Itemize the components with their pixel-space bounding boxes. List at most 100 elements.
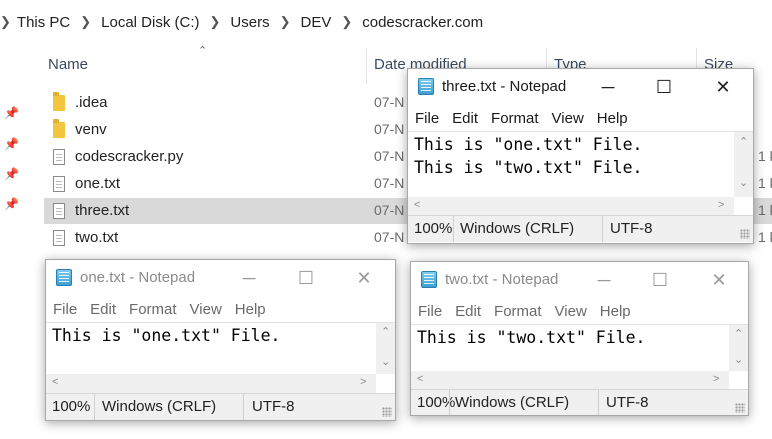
menu-bar: File Edit Format View Help [411, 299, 748, 323]
status-bar: 100% Windows (CRLF) UTF-8 [408, 215, 753, 242]
file-date: 07-N [374, 148, 405, 164]
scroll-left-icon[interactable]: < [52, 376, 58, 388]
minimize-button[interactable]: ─ [580, 69, 636, 105]
column-header-name[interactable]: Name [48, 56, 88, 73]
breadcrumb-this-pc[interactable]: This PC [17, 14, 70, 31]
menu-file[interactable]: File [415, 110, 439, 127]
notepad-icon [418, 78, 434, 95]
chevron-right-icon[interactable]: ❯ [210, 14, 221, 30]
menu-view[interactable]: View [555, 303, 587, 320]
scroll-up-icon[interactable]: ⌃ [381, 325, 390, 338]
menu-bar: File Edit Format View Help [46, 297, 395, 321]
scroll-left-icon[interactable]: < [414, 199, 420, 211]
status-divider [243, 394, 244, 420]
title-bar[interactable]: three.txt - Notepad ─ ☐ ✕ [408, 69, 753, 105]
menu-edit[interactable]: Edit [90, 301, 116, 318]
maximize-button[interactable]: ☐ [278, 260, 334, 296]
folder-icon [53, 92, 65, 111]
vertical-scrollbar[interactable]: ⌃ ⌄ [376, 323, 395, 374]
line-ending: Windows (CRLF) [455, 394, 570, 411]
close-button[interactable]: ✕ [695, 69, 751, 105]
encoding: UTF-8 [252, 398, 295, 415]
resize-grip-icon[interactable] [735, 403, 745, 413]
editor-content[interactable]: This is "two.txt" File. [417, 326, 645, 349]
file-size: 1 k [758, 229, 772, 245]
title-bar[interactable]: one.txt - Notepad ─ ☐ ✕ [46, 260, 395, 296]
menu-view[interactable]: View [190, 301, 222, 318]
chevron-right-icon[interactable]: ❯ [80, 14, 91, 30]
horizontal-scrollbar[interactable]: < > [408, 197, 734, 216]
resize-grip-icon[interactable] [740, 229, 750, 239]
close-button[interactable]: ✕ [336, 260, 392, 296]
horizontal-scrollbar[interactable]: < > [411, 371, 729, 390]
file-name: codescracker.py [75, 148, 184, 165]
file-date: 07-N [374, 94, 405, 110]
maximize-button[interactable]: ☐ [632, 262, 688, 298]
text-editor[interactable]: This is "one.txt" File. This is "two.txt… [408, 131, 753, 216]
notepad-window-three[interactable]: three.txt - Notepad ─ ☐ ✕ File Edit Form… [407, 68, 754, 244]
text-editor[interactable]: This is "one.txt" File. ⌃ ⌄ < > [46, 322, 395, 393]
status-bar: 100% Windows (CRLF) UTF-8 [411, 389, 748, 415]
scroll-left-icon[interactable]: < [417, 373, 423, 385]
sort-ascending-icon: ⌃ [198, 45, 208, 57]
file-date: 07-N [374, 229, 405, 245]
scroll-down-icon[interactable]: ⌄ [381, 355, 390, 368]
scroll-right-icon[interactable]: > [360, 376, 366, 388]
scroll-up-icon[interactable]: ⌃ [739, 135, 748, 148]
scroll-right-icon[interactable]: > [718, 199, 724, 211]
minimize-button[interactable]: ─ [576, 262, 632, 298]
pin-icon[interactable]: 📌 [4, 137, 19, 151]
menu-file[interactable]: File [53, 301, 77, 318]
text-editor[interactable]: This is "two.txt" File. ⌃ ⌄ < > [411, 324, 748, 390]
breadcrumb-users[interactable]: Users [230, 14, 269, 31]
breadcrumb-dev[interactable]: DEV [301, 14, 332, 31]
notepad-window-one[interactable]: one.txt - Notepad ─ ☐ ✕ File Edit Format… [45, 259, 396, 421]
line-ending: Windows (CRLF) [460, 220, 575, 237]
chevron-right-icon[interactable]: ❯ [341, 14, 352, 30]
menu-file[interactable]: File [418, 303, 442, 320]
menu-help[interactable]: Help [597, 110, 628, 127]
editor-content[interactable]: This is "one.txt" File. This is "two.txt… [414, 133, 642, 179]
breadcrumb-codescracker[interactable]: codescracker.com [362, 14, 483, 31]
scroll-up-icon[interactable]: ⌃ [734, 327, 743, 340]
vertical-scrollbar[interactable]: ⌃ ⌄ [729, 325, 748, 371]
menu-format[interactable]: Format [494, 303, 542, 320]
menu-edit[interactable]: Edit [455, 303, 481, 320]
chevron-right-icon[interactable]: ❯ [0, 14, 11, 30]
breadcrumb: ❯ This PC ❯ Local Disk (C:) ❯ Users ❯ DE… [0, 0, 772, 44]
menu-view[interactable]: View [552, 110, 584, 127]
close-button[interactable]: ✕ [691, 262, 747, 298]
breadcrumb-local-disk[interactable]: Local Disk (C:) [101, 14, 199, 31]
chevron-right-icon[interactable]: ❯ [280, 14, 291, 30]
file-date: 07-N [374, 121, 405, 137]
menu-format[interactable]: Format [491, 110, 539, 127]
encoding: UTF-8 [610, 220, 653, 237]
column-divider[interactable] [366, 48, 367, 84]
title-bar[interactable]: two.txt - Notepad ─ ☐ ✕ [411, 262, 748, 298]
menu-edit[interactable]: Edit [452, 110, 478, 127]
encoding: UTF-8 [606, 394, 649, 411]
menu-help[interactable]: Help [600, 303, 631, 320]
notepad-icon [56, 269, 72, 286]
vertical-scrollbar[interactable]: ⌃ ⌄ [734, 132, 753, 197]
menu-format[interactable]: Format [129, 301, 177, 318]
horizontal-scrollbar[interactable]: < > [46, 374, 376, 393]
status-divider [449, 390, 450, 415]
pin-icon[interactable]: 📌 [4, 106, 19, 120]
pin-icon[interactable]: 📌 [4, 167, 19, 181]
minimize-button[interactable]: ─ [221, 260, 277, 296]
scroll-right-icon[interactable]: > [713, 373, 719, 385]
scroll-down-icon[interactable]: ⌄ [734, 353, 743, 366]
editor-content[interactable]: This is "one.txt" File. [52, 324, 280, 347]
maximize-button[interactable]: ☐ [636, 69, 692, 105]
window-title: three.txt - Notepad [442, 78, 567, 95]
zoom-level: 100% [414, 220, 453, 237]
resize-grip-icon[interactable] [382, 407, 392, 417]
pin-icon[interactable]: 📌 [4, 197, 19, 211]
notepad-window-two[interactable]: two.txt - Notepad ─ ☐ ✕ File Edit Format… [410, 261, 749, 416]
file-size: 1 k [758, 175, 772, 191]
status-divider [453, 216, 454, 242]
menu-help[interactable]: Help [235, 301, 266, 318]
file-name: one.txt [75, 175, 121, 192]
scroll-down-icon[interactable]: ⌄ [739, 176, 748, 189]
